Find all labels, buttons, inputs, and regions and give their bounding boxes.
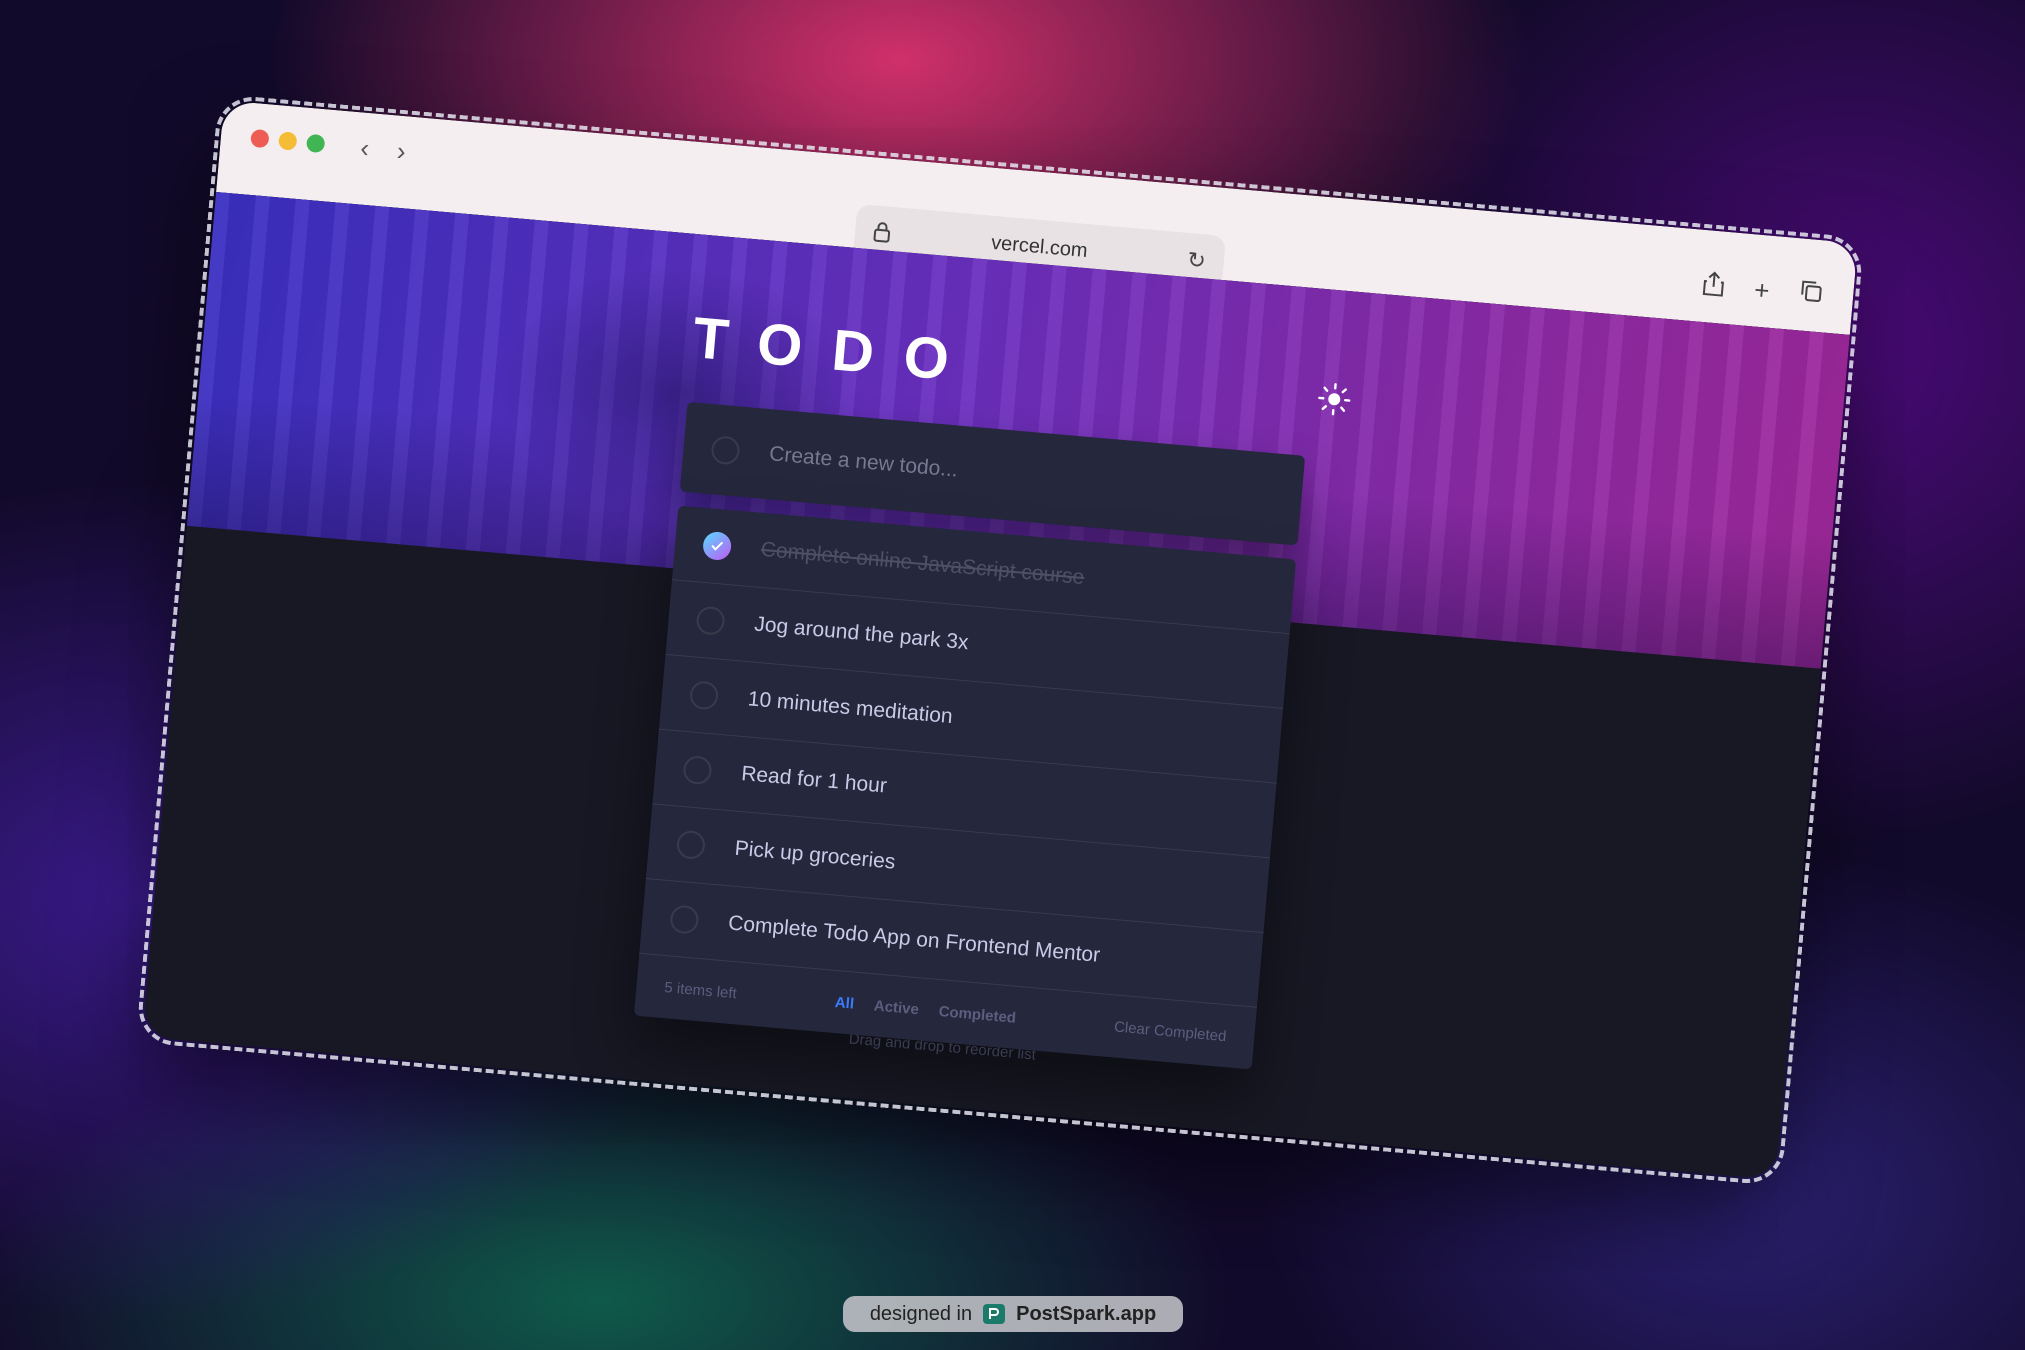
todo-list: Complete online JavaScript course Jog ar… <box>633 505 1297 1070</box>
toolbar-icons: + <box>1701 270 1824 311</box>
checkmark-icon <box>711 541 724 551</box>
filter-active[interactable]: Active <box>873 997 919 1018</box>
postspark-badge[interactable]: designed in PostSpark.app <box>843 1296 1183 1332</box>
badge-brand: PostSpark.app <box>1016 1302 1157 1325</box>
todo-text: Read for 1 hour <box>740 762 888 798</box>
todo-checkbox[interactable] <box>688 680 720 711</box>
todo-checkbox[interactable] <box>669 904 700 935</box>
todo-text: Pick up groceries <box>733 836 897 874</box>
tabs-icon[interactable] <box>1798 278 1824 304</box>
todo-checkbox[interactable] <box>695 605 726 636</box>
window-controls <box>250 128 326 154</box>
sun-icon[interactable] <box>1316 381 1353 418</box>
close-window-button[interactable] <box>250 128 270 149</box>
forward-arrow-icon[interactable]: › <box>396 136 407 168</box>
back-arrow-icon[interactable]: ‹ <box>359 132 370 164</box>
filter-group: All Active Completed <box>834 994 1017 1027</box>
postspark-logo-icon <box>983 1304 1006 1324</box>
filter-all[interactable]: All <box>834 994 855 1013</box>
items-left-count: 5 items left <box>663 978 738 1002</box>
todo-checkbox[interactable] <box>675 829 707 861</box>
checked-circle-icon[interactable] <box>701 530 733 562</box>
nav-arrows: ‹ › <box>359 132 407 167</box>
todo-text: Jog around the park 3x <box>753 612 970 655</box>
filter-completed[interactable]: Completed <box>938 1003 1017 1027</box>
todo-text: 10 minutes meditation <box>746 687 954 729</box>
lock-icon <box>873 222 891 243</box>
background-stage: ‹ › vercel.com ↻ + TODO Create a new tod… <box>0 0 2025 1350</box>
new-tab-icon[interactable]: + <box>1753 274 1771 306</box>
reload-icon[interactable]: ↻ <box>1186 247 1207 275</box>
badge-prefix: designed in <box>869 1302 973 1325</box>
new-todo-circle[interactable] <box>710 435 741 466</box>
share-icon[interactable] <box>1701 270 1725 298</box>
page-viewport: TODO Create a new todo... Complete onlin… <box>142 191 1850 1180</box>
clear-completed-button[interactable]: Clear Completed <box>1113 1018 1227 1045</box>
zoom-window-button[interactable] <box>305 133 326 154</box>
todo-checkbox[interactable] <box>682 754 713 786</box>
new-todo-placeholder: Create a new todo... <box>768 442 959 482</box>
browser-window: ‹ › vercel.com ↻ + TODO Create a new tod… <box>135 93 1865 1187</box>
todo-text: Complete online JavaScript course <box>759 537 1086 590</box>
todo-text: Complete Todo App on Frontend Mentor <box>727 911 1102 967</box>
minimize-window-button[interactable] <box>278 131 298 151</box>
